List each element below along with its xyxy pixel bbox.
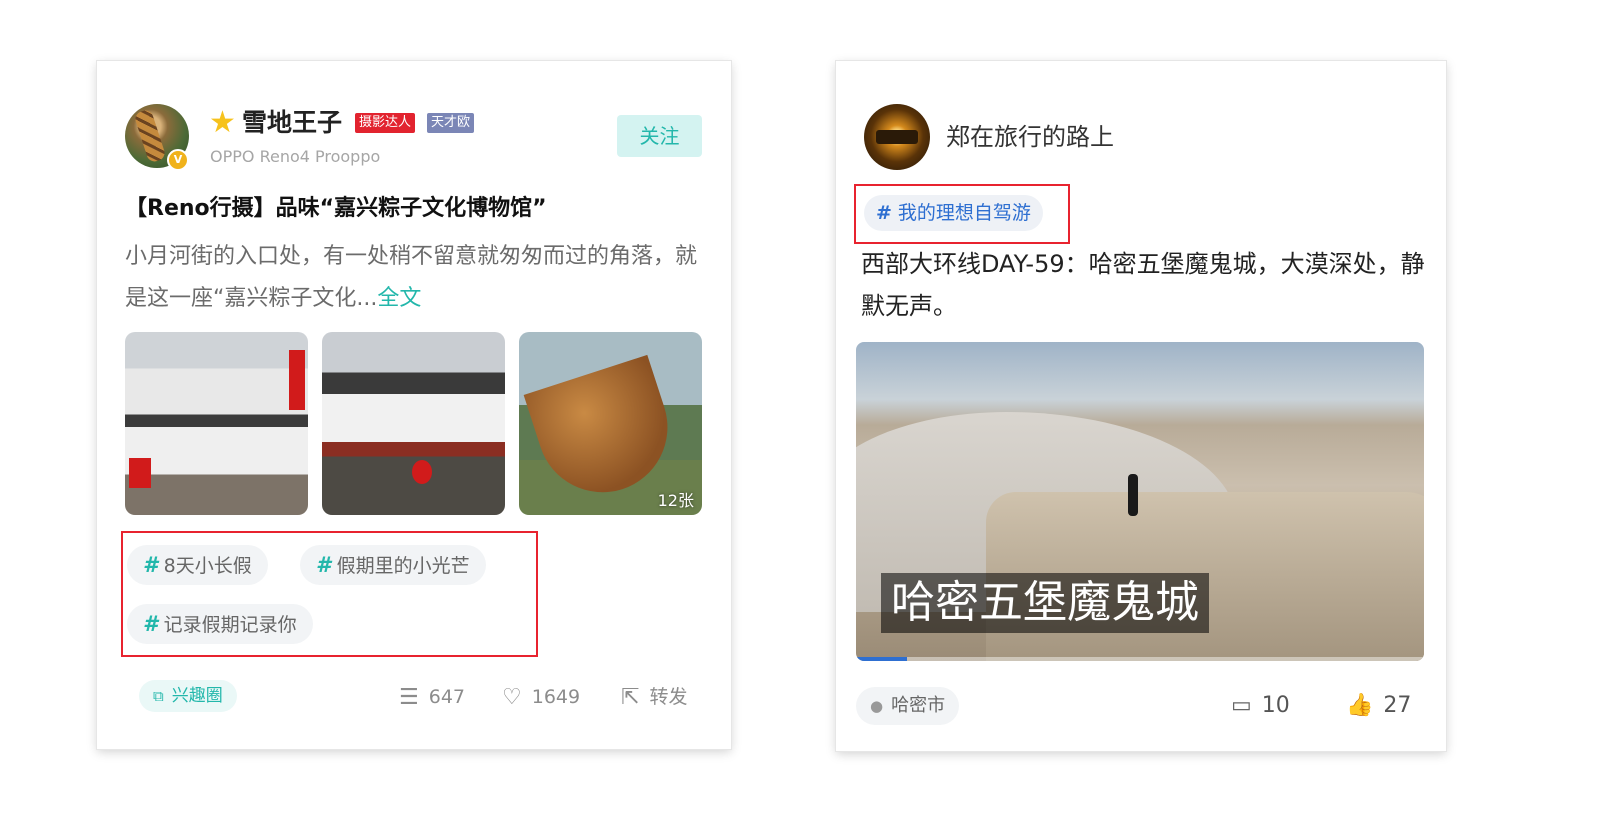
post-body[interactable]: 小月河街的入口处，有一处稍不留意就匆匆而过的角落，就是这一座“嘉兴粽子文化...… bbox=[125, 236, 705, 320]
flag-shape bbox=[289, 350, 305, 410]
share-icon: ⇱ bbox=[621, 685, 640, 710]
device-label: OPPO Reno4 Prooppo bbox=[210, 147, 381, 166]
hash-icon: # bbox=[143, 553, 158, 577]
image-count-badge: 12张 bbox=[657, 491, 694, 510]
badge-photographer: 摄影达人 bbox=[355, 113, 416, 133]
topic-tag[interactable]: #8天小长假 bbox=[127, 545, 268, 585]
hash-icon: # bbox=[876, 202, 892, 224]
person-shape bbox=[1128, 474, 1138, 516]
post-image-1[interactable] bbox=[125, 332, 308, 515]
like-count: 27 bbox=[1383, 693, 1412, 718]
video-progress-bar[interactable] bbox=[856, 657, 1424, 661]
comment-count: 647 bbox=[428, 686, 465, 708]
post-image-2[interactable] bbox=[322, 332, 505, 515]
comment-icon: ☰ bbox=[399, 685, 419, 710]
location-pin-icon: ● bbox=[870, 697, 884, 715]
comment-button[interactable]: ☰ 647 bbox=[399, 681, 465, 714]
circle-group-icon: ⧉ bbox=[153, 687, 164, 705]
video-progress-fill bbox=[856, 657, 908, 661]
topic-tag[interactable]: # 记录假期记录你 bbox=[127, 604, 313, 644]
heart-icon: ♡ bbox=[502, 685, 522, 710]
share-label: 转发 bbox=[649, 686, 688, 708]
comment-count: 10 bbox=[1261, 693, 1290, 718]
post-card-1[interactable]: V ★ 雪地王子 摄影达人 天才欧 OPPO Reno4 Prooppo 关注 … bbox=[97, 61, 731, 749]
like-button[interactable]: ♡ 1649 bbox=[502, 681, 580, 714]
post-body[interactable]: 西部大环线DAY-59：哈密五堡魔鬼城，大漠深处，静默无声。 bbox=[861, 243, 1431, 327]
badge-genius: 天才欧 bbox=[427, 113, 475, 133]
like-button[interactable]: 👍 27 bbox=[1346, 689, 1411, 723]
topic-tag-label: 记录假期记录你 bbox=[163, 614, 297, 636]
hash-icon: # bbox=[143, 612, 158, 636]
topic-tag-label: 假期里的小光芒 bbox=[336, 555, 470, 577]
topic-tag-label: 我的理想自驾游 bbox=[897, 202, 1031, 224]
avatar[interactable] bbox=[864, 104, 930, 170]
read-more-link[interactable]: 全文 bbox=[377, 286, 421, 311]
star-icon: ★ bbox=[209, 105, 236, 140]
video-caption: 哈密五堡魔鬼城 bbox=[881, 573, 1209, 633]
comment-icon: ▭ bbox=[1231, 693, 1252, 718]
hash-icon: # bbox=[316, 553, 331, 577]
interest-circle-button[interactable]: ⧉ 兴趣圈 bbox=[139, 680, 237, 712]
post-image-3[interactable]: 12张 bbox=[519, 332, 702, 515]
share-button[interactable]: ⇱ 转发 bbox=[621, 681, 687, 714]
follow-button[interactable]: 关注 bbox=[617, 115, 702, 157]
location-label: 哈密市 bbox=[891, 695, 946, 716]
interest-circle-label: 兴趣圈 bbox=[171, 686, 223, 706]
topic-tag[interactable]: # 假期里的小光芒 bbox=[300, 545, 486, 585]
topic-tag[interactable]: # 我的理想自驾游 bbox=[864, 195, 1043, 231]
like-count: 1649 bbox=[531, 686, 581, 708]
lantern-shape bbox=[412, 460, 432, 484]
location-tag[interactable]: ● 哈密市 bbox=[856, 687, 960, 725]
flag-shape bbox=[129, 458, 151, 488]
video-player[interactable]: 哈密五堡魔鬼城 bbox=[856, 342, 1424, 661]
verified-badge-icon: V bbox=[167, 149, 189, 171]
sculpture-shape bbox=[523, 354, 685, 510]
post-card-2[interactable]: 郑在旅行的路上 # 我的理想自驾游 西部大环线DAY-59：哈密五堡魔鬼城，大漠深… bbox=[836, 61, 1446, 751]
username[interactable]: 郑在旅行的路上 bbox=[946, 121, 1114, 153]
comment-button[interactable]: ▭ 10 bbox=[1231, 689, 1290, 723]
thumbs-up-icon: 👍 bbox=[1346, 693, 1374, 718]
topic-tag-label: 8天小长假 bbox=[163, 555, 252, 577]
username[interactable]: 雪地王子 bbox=[242, 107, 342, 139]
post-title[interactable]: 【Reno行摄】品味“嘉兴粽子文化博物馆” bbox=[125, 193, 547, 225]
